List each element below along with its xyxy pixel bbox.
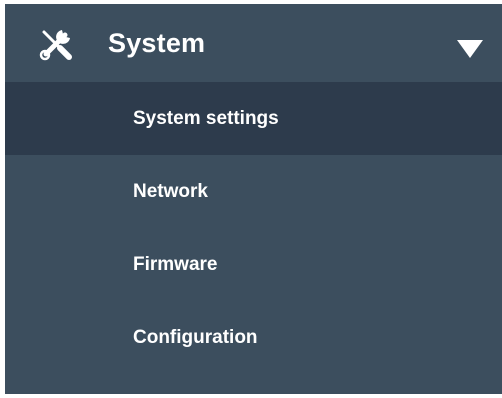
system-menu-panel: System System settings Network Firmware … [5, 4, 502, 394]
menu-item-label: Firmware [133, 254, 218, 275]
system-menu-header[interactable]: System [5, 4, 502, 82]
sidebar-frame: System System settings Network Firmware … [0, 0, 502, 398]
menu-item-label: Configuration [133, 327, 258, 348]
menu-item-system-settings[interactable]: System settings [5, 82, 502, 155]
menu-item-label: Network [133, 181, 208, 202]
menu-item-firmware[interactable]: Firmware [5, 228, 502, 301]
system-submenu: System settings Network Firmware Configu… [5, 82, 502, 374]
system-menu-title: System [108, 28, 206, 58]
menu-item-label: System settings [133, 108, 279, 129]
tools-icon [36, 24, 76, 64]
menu-item-network[interactable]: Network [5, 155, 502, 228]
chevron-down-icon[interactable] [457, 40, 483, 58]
menu-item-configuration[interactable]: Configuration [5, 301, 502, 374]
